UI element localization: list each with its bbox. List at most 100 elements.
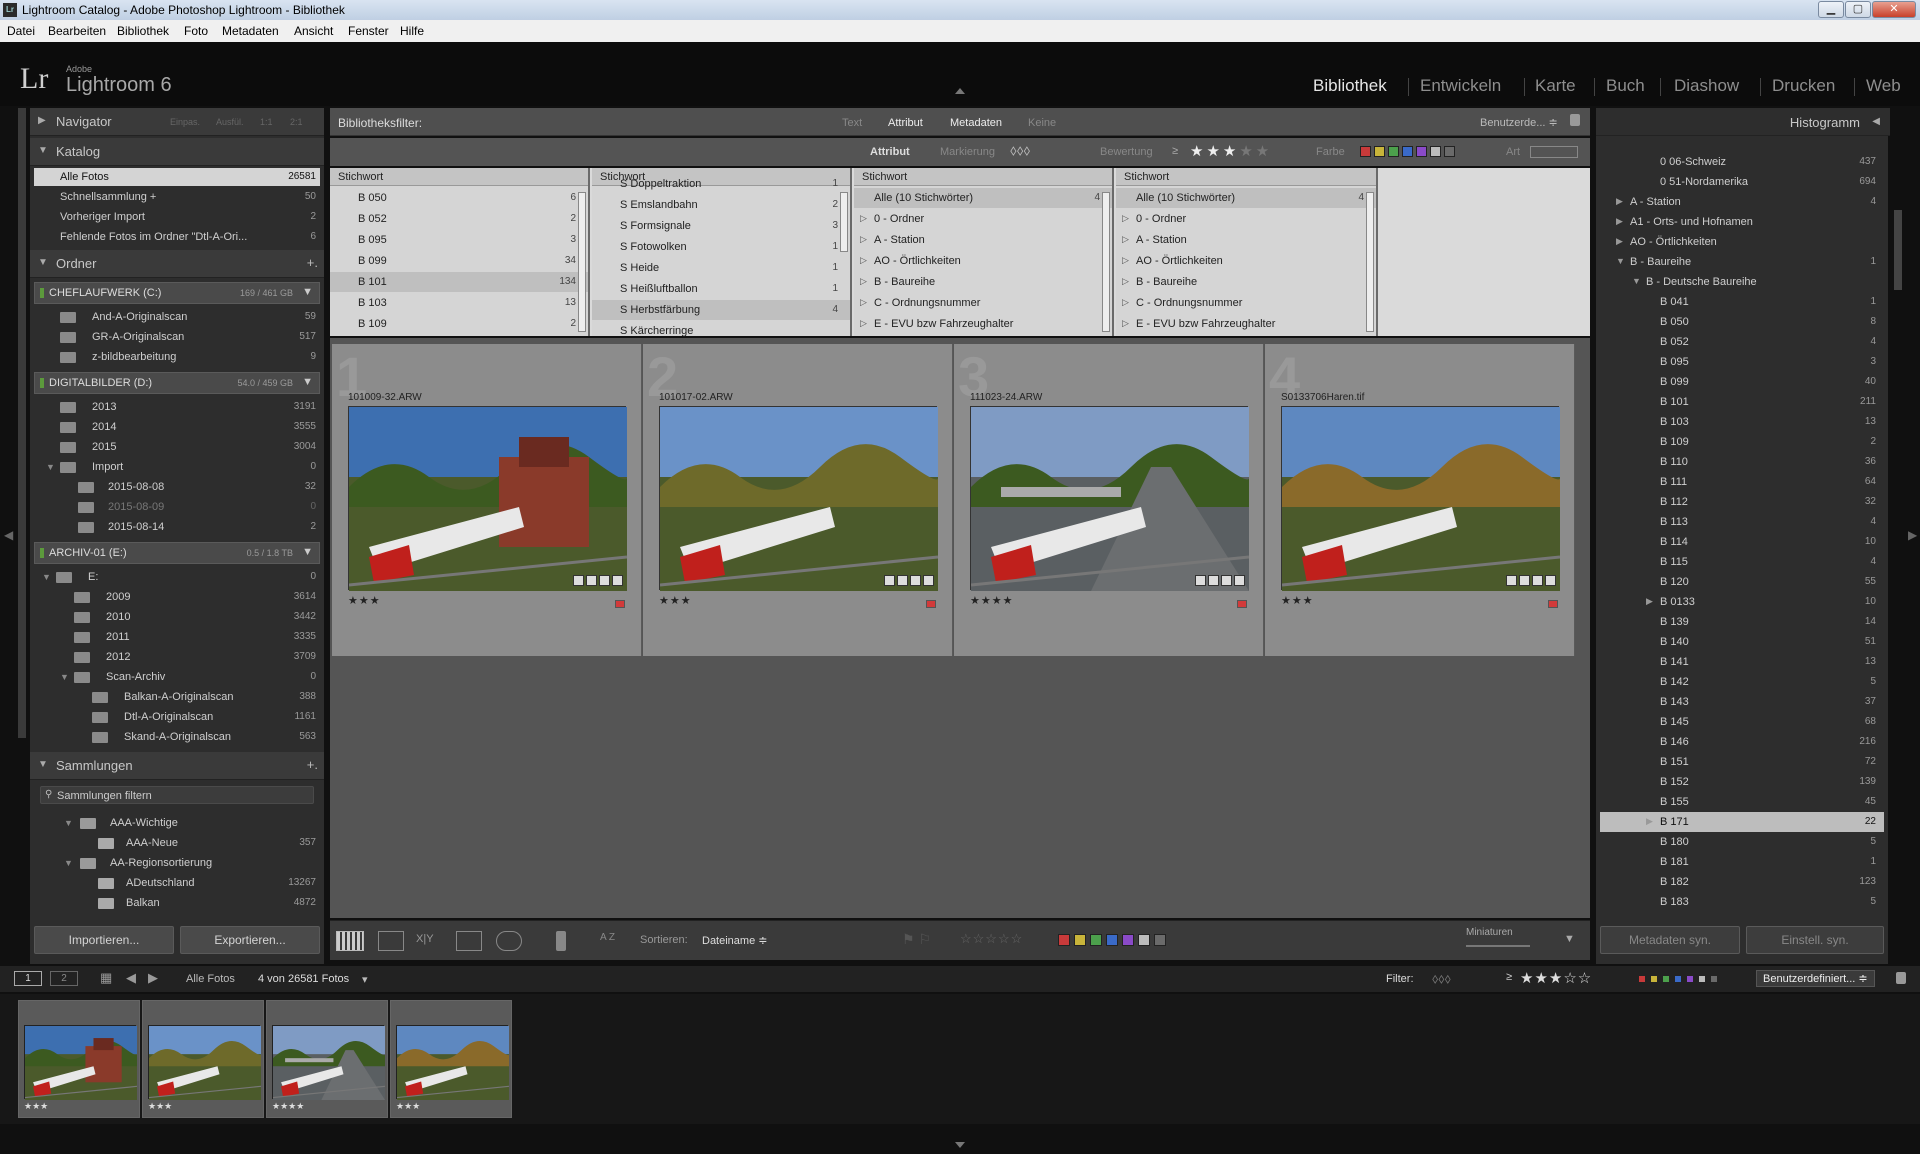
minimize-button[interactable]: ▁ xyxy=(1818,1,1844,18)
expand-icon[interactable]: ▶ xyxy=(1646,596,1653,607)
keyword-item[interactable]: S Doppeltraktion 1 xyxy=(592,174,850,194)
edit-badge-icon[interactable] xyxy=(923,575,934,586)
keyword-badge-icon[interactable] xyxy=(1506,575,1517,586)
sync-settings-button[interactable]: Einstell. syn. xyxy=(1746,926,1884,954)
filter-preset-select[interactable]: Benutzerde... ≑ xyxy=(1480,116,1558,129)
color-label-buttons[interactable] xyxy=(1058,934,1170,949)
keyword-item[interactable]: S Heißluftballon 1 xyxy=(592,279,850,299)
expand-icon[interactable]: ▷ xyxy=(860,234,867,245)
menu-hilfe[interactable]: Hilfe xyxy=(400,24,424,38)
keyword-item[interactable]: B 103 13 xyxy=(330,293,588,313)
survey-view-icon[interactable] xyxy=(456,931,482,951)
histogram-header[interactable]: Histogramm ◀ xyxy=(1596,108,1890,136)
color-chip[interactable] xyxy=(1058,934,1070,946)
keyword-item[interactable]: B 099 34 xyxy=(330,251,588,271)
rating-operator[interactable]: ≥ xyxy=(1506,971,1512,983)
keyword-list-item[interactable]: ▶ AO - Örtlichkeiten xyxy=(1600,232,1884,252)
color-chip[interactable] xyxy=(1430,146,1441,157)
color-chip[interactable] xyxy=(1638,975,1646,983)
zoom-2-1[interactable]: 2:1 xyxy=(290,117,303,127)
thumbnail-badges[interactable] xyxy=(571,575,623,587)
sort-select[interactable]: Dateiname ≑ xyxy=(702,934,767,947)
photo-thumbnail[interactable] xyxy=(348,406,628,591)
flag-icons[interactable]: ⚑ ⚐ xyxy=(902,931,931,948)
keyword-list-item[interactable]: ▶ B 171 22 xyxy=(1600,812,1884,832)
back-arrow-icon[interactable]: ◀ xyxy=(126,970,136,986)
catalog-item[interactable]: Alle Fotos 26581 xyxy=(34,168,320,186)
filmstrip-image[interactable] xyxy=(24,1025,138,1100)
keyword-list-item[interactable]: B 146 216 xyxy=(1600,732,1884,752)
module-karte[interactable]: Karte xyxy=(1535,76,1576,96)
filmstrip-thumbnail[interactable]: ★★★ xyxy=(142,1000,264,1118)
keyword-item[interactable]: Alle (10 Stichwörter) 4 xyxy=(1116,188,1376,208)
edit-badge-icon[interactable] xyxy=(1545,575,1556,586)
zoom-fit[interactable]: Einpas. xyxy=(170,117,200,127)
folder-item[interactable]: ▼ E: 0 xyxy=(34,568,320,586)
keyword-list-item[interactable]: 0 51-Nordamerika 694 xyxy=(1600,172,1884,192)
module-entwickeln[interactable]: Entwickeln xyxy=(1420,76,1501,96)
add-collection-button[interactable]: +. xyxy=(307,757,318,772)
export-button[interactable]: Exportieren... xyxy=(180,926,320,954)
module-buch[interactable]: Buch xyxy=(1606,76,1645,96)
import-button[interactable]: Importieren... xyxy=(34,926,174,954)
folder-item[interactable]: ▼ Import 0 xyxy=(34,458,320,476)
photo-thumbnail[interactable] xyxy=(1281,406,1561,591)
keyword-list-item[interactable]: B 142 5 xyxy=(1600,672,1884,692)
keyword-list-item[interactable]: ▼ B - Deutsche Baureihe xyxy=(1600,272,1884,292)
menu-ansicht[interactable]: Ansicht xyxy=(294,24,333,38)
expand-icon[interactable]: ▼ xyxy=(64,818,73,828)
zoom-fill[interactable]: Ausfül. xyxy=(216,117,244,127)
edit-badge-icon[interactable] xyxy=(612,575,623,586)
color-chip[interactable] xyxy=(1090,934,1102,946)
color-filter-chips[interactable] xyxy=(1360,146,1458,160)
expand-icon[interactable]: ▼ xyxy=(64,858,73,868)
folder-item[interactable]: 2015-08-14 2 xyxy=(34,518,320,536)
filmstrip-rating-stars[interactable]: ★★★☆☆ xyxy=(1520,969,1592,987)
keyword-list-item[interactable]: B 143 37 xyxy=(1600,692,1884,712)
keyword-list-item[interactable]: B 099 40 xyxy=(1600,372,1884,392)
painter-icon[interactable] xyxy=(556,931,566,951)
color-chip[interactable] xyxy=(1138,934,1150,946)
collection-set[interactable]: ▼ AA-Regionsortierung xyxy=(34,854,320,872)
navigator-header[interactable]: ▶ Navigator Einpas. Ausfül. 1:1 2:1 xyxy=(30,108,324,136)
color-chip[interactable] xyxy=(1074,934,1086,946)
keyword-list-item[interactable]: 0 06-Schweiz 437 xyxy=(1600,152,1884,172)
left-panel-toggle-icon[interactable]: ◀ xyxy=(4,528,13,542)
keyword-item[interactable]: ▷ C - Ordnungsnummer xyxy=(854,293,1112,313)
color-chip[interactable] xyxy=(1154,934,1166,946)
filter-tab-attribute[interactable]: Attribut xyxy=(888,117,923,129)
column-scrollbar[interactable] xyxy=(578,192,586,332)
keyword-list-item[interactable]: B 113 4 xyxy=(1600,512,1884,532)
expand-icon[interactable]: ▷ xyxy=(1122,255,1129,266)
keyword-item[interactable]: ▷ A - Station xyxy=(1116,230,1376,250)
rating-filter-stars[interactable]: ★★★★★ xyxy=(1190,142,1272,160)
expand-icon[interactable]: ▶ xyxy=(1616,196,1623,207)
keyword-item[interactable]: ▷ C - Ordnungsnummer xyxy=(1116,293,1376,313)
keyword-list-item[interactable]: B 112 32 xyxy=(1600,492,1884,512)
color-chip[interactable] xyxy=(1686,975,1694,983)
folders-header[interactable]: ▼ Ordner +. xyxy=(30,250,324,278)
keyword-item[interactable]: ▷ B - Baureihe xyxy=(854,272,1112,292)
thumbnail-badges[interactable] xyxy=(1504,575,1556,587)
lock-icon[interactable] xyxy=(1570,114,1580,126)
collapse-icon[interactable]: ▼ xyxy=(1632,276,1641,286)
column-scrollbar[interactable] xyxy=(1102,192,1110,332)
second-screen-button[interactable]: 2 xyxy=(50,971,78,986)
keyword-list-item[interactable]: B 120 55 xyxy=(1600,572,1884,592)
folder-item[interactable]: 2015 3004 xyxy=(34,438,320,456)
volume-c[interactable]: CHEFLAUFWERK (C:) 169 / 461 GB ▼ xyxy=(34,282,320,304)
column-scrollbar[interactable] xyxy=(1366,192,1374,332)
menu-fenster[interactable]: Fenster xyxy=(348,24,389,38)
compare-view-icon[interactable]: X|Y xyxy=(416,933,434,945)
module-drucken[interactable]: Drucken xyxy=(1772,76,1835,96)
expand-icon[interactable]: ▷ xyxy=(1122,297,1129,308)
chevron-down-icon[interactable]: ▾ xyxy=(362,973,368,986)
collection-badge-icon[interactable] xyxy=(1532,575,1543,586)
keyword-list-item[interactable]: B 110 36 xyxy=(1600,452,1884,472)
keyword-badge-icon[interactable] xyxy=(884,575,895,586)
right-scrollbar[interactable] xyxy=(1894,210,1902,290)
expand-icon[interactable]: ▷ xyxy=(1122,213,1129,224)
keyword-list-item[interactable]: B 180 5 xyxy=(1600,832,1884,852)
expand-icon[interactable]: ▷ xyxy=(860,318,867,329)
keyword-item[interactable]: ▷ B - Baureihe xyxy=(1116,272,1376,292)
